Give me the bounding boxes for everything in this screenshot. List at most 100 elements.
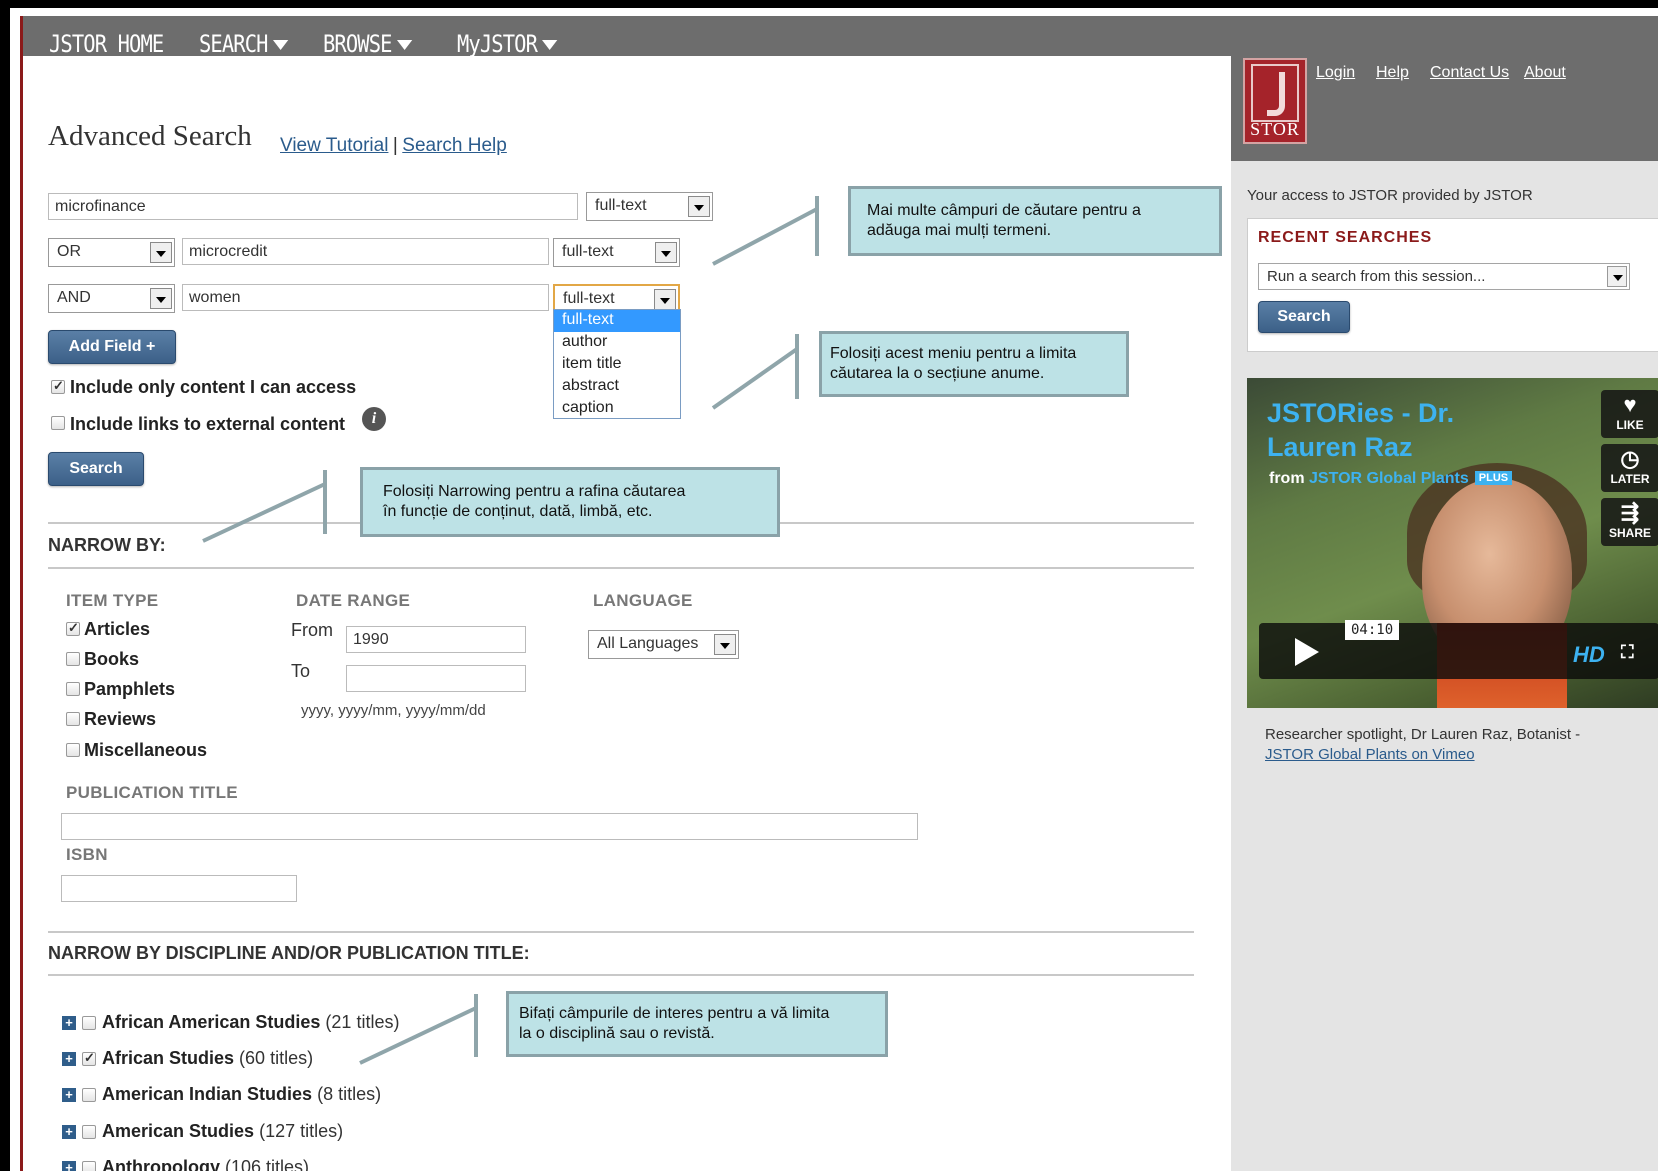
fullscreen-icon[interactable]: ⛶ xyxy=(1621,642,1634,663)
info-icon[interactable]: i xyxy=(362,407,386,431)
to-label: To xyxy=(291,661,311,681)
operator-select-2-value: OR xyxy=(57,243,81,260)
hd-toggle[interactable]: HD xyxy=(1573,642,1605,668)
include-external-checkbox[interactable] xyxy=(51,416,65,430)
search-term-3[interactable]: women xyxy=(182,284,549,311)
play-icon[interactable] xyxy=(1263,626,1343,678)
field-select-2[interactable]: full-text xyxy=(553,238,680,267)
date-to-input[interactable] xyxy=(346,665,526,692)
callout-1-pointer xyxy=(712,207,818,266)
later-button[interactable]: ◷ LATER xyxy=(1601,444,1658,492)
nav-search-label: SEARCH xyxy=(199,30,268,58)
video-title[interactable]: JSTORies - Dr. Lauren Raz xyxy=(1267,396,1454,464)
item-type-articles-checkbox[interactable] xyxy=(66,620,80,636)
discipline-checkbox[interactable] xyxy=(82,1161,96,1171)
share-icon: ⇶ xyxy=(1620,500,1640,525)
video-caption-link[interactable]: JSTOR Global Plants on Vimeo xyxy=(1265,746,1475,763)
discipline-count: (60 titles) xyxy=(239,1048,314,1068)
video-source: from JSTOR Global Plants PLUS xyxy=(1269,470,1513,488)
operator-select-2[interactable]: OR xyxy=(48,238,175,267)
field-dropdown-list[interactable]: full-text author item title abstract cap… xyxy=(553,309,681,419)
language-select[interactable]: All Languages xyxy=(588,630,739,659)
include-access-checkbox[interactable] xyxy=(51,378,65,394)
callout-field-menu: Folosiți acest meniu pentru a limita căut… xyxy=(819,331,1129,397)
page-title: Advanced Search xyxy=(48,120,252,152)
heart-icon: ♥ xyxy=(1623,392,1637,417)
video-title-line1: JSTORies - Dr. xyxy=(1267,398,1455,428)
video-player[interactable]: JSTORies - Dr. Lauren Raz from JSTOR Glob… xyxy=(1247,378,1658,708)
date-from-input[interactable]: 1990 xyxy=(346,626,526,653)
expand-plus-icon[interactable]: + xyxy=(62,1161,76,1171)
nav-home-label: JSTOR HOME xyxy=(49,30,164,58)
item-type-misc-checkbox[interactable] xyxy=(66,743,80,757)
item-type-articles-label: Articles xyxy=(84,619,151,639)
operator-select-3[interactable]: AND xyxy=(48,284,175,313)
field-option-full-text[interactable]: full-text xyxy=(554,310,680,332)
share-button[interactable]: ⇶ SHARE xyxy=(1601,498,1658,546)
divider xyxy=(48,974,1194,976)
video-source-name[interactable]: JSTOR Global Plants xyxy=(1309,470,1469,487)
contact-link[interactable]: Contact Us xyxy=(1430,64,1509,82)
discipline-checkbox[interactable] xyxy=(82,1050,96,1066)
expand-plus-icon[interactable]: + xyxy=(62,1052,76,1066)
caret-down-icon xyxy=(396,40,412,50)
about-link[interactable]: About xyxy=(1524,64,1566,82)
callout-3-pointer xyxy=(202,482,326,543)
callout-1-line2: adăuga mai mulți termeni. xyxy=(867,222,1052,239)
from-label: From xyxy=(291,620,333,640)
caret-down-icon xyxy=(272,40,288,50)
login-link[interactable]: Login xyxy=(1316,64,1355,82)
help-links: View Tutorial | Search Help xyxy=(280,135,507,157)
search-term-2[interactable]: microcredit xyxy=(182,238,549,265)
discipline-checkbox[interactable] xyxy=(82,1125,96,1139)
item-type-reviews-checkbox[interactable] xyxy=(66,712,80,726)
field-option-caption[interactable]: caption xyxy=(554,398,680,420)
publication-title-input[interactable] xyxy=(61,813,918,840)
view-tutorial-link[interactable]: View Tutorial xyxy=(280,135,388,156)
item-type-misc-label: Miscellaneous xyxy=(84,740,208,760)
callout-3-line2: în funcție de conținut, dată, limbă, etc… xyxy=(383,503,653,520)
date-format-hint: yyyy, yyyy/mm, yyyy/mm/dd xyxy=(301,702,486,719)
field-option-item-title[interactable]: item title xyxy=(554,354,680,376)
nav-home[interactable]: JSTOR HOME xyxy=(49,30,164,58)
logo-text: STOR xyxy=(1250,119,1300,139)
item-type-pamphlets-checkbox[interactable] xyxy=(66,682,80,696)
expand-plus-icon[interactable]: + xyxy=(62,1016,76,1030)
discipline-item: American Studies (127 titles) xyxy=(102,1121,343,1142)
search-term-1[interactable]: microfinance xyxy=(48,193,578,220)
search-button[interactable]: Search xyxy=(48,452,144,486)
nav-myjstor-label: MyJSTOR xyxy=(457,30,538,58)
add-field-button[interactable]: Add Field + xyxy=(48,330,176,364)
isbn-input[interactable] xyxy=(61,875,297,902)
discipline-count: (21 titles) xyxy=(325,1012,400,1032)
nav-search[interactable]: SEARCH xyxy=(199,30,288,58)
callout-3-line1: Folosiți Narrowing pentru a rafina căuta… xyxy=(383,483,686,500)
callout-search-fields: Mai multe câmpuri de căutare pentru a adă… xyxy=(848,186,1222,256)
item-type-reviews-label: Reviews xyxy=(84,709,157,729)
like-button[interactable]: ♥ LIKE xyxy=(1601,390,1658,438)
discipline-checkbox[interactable] xyxy=(82,1016,96,1030)
caret-down-icon xyxy=(542,40,558,50)
field-option-abstract[interactable]: abstract xyxy=(554,376,680,398)
discipline-count: (8 titles) xyxy=(317,1084,382,1104)
item-type-books-label: Books xyxy=(84,649,140,669)
help-link[interactable]: Help xyxy=(1376,64,1409,82)
link-separator: | xyxy=(392,135,398,156)
item-type-books-checkbox[interactable] xyxy=(66,652,80,666)
jstor-logo[interactable]: STOR xyxy=(1243,58,1307,144)
field-option-author[interactable]: author xyxy=(554,332,680,354)
field-select-1[interactable]: full-text xyxy=(586,192,713,221)
nav-myjstor[interactable]: MyJSTOR xyxy=(457,30,558,58)
expand-plus-icon[interactable]: + xyxy=(62,1088,76,1102)
recent-search-button[interactable]: Search xyxy=(1258,301,1350,333)
page: JSTOR HOME SEARCH BROWSE MyJSTOR STOR Lo… xyxy=(20,16,1658,1171)
search-help-link[interactable]: Search Help xyxy=(402,135,507,156)
plus-badge: PLUS xyxy=(1474,471,1513,485)
recent-searches-select[interactable]: Run a search from this session... xyxy=(1258,263,1630,290)
nav-browse[interactable]: BROWSE xyxy=(323,30,412,58)
expand-plus-icon[interactable]: + xyxy=(62,1125,76,1139)
nav-browse-label: BROWSE xyxy=(323,30,392,58)
discipline-checkbox[interactable] xyxy=(82,1088,96,1102)
discipline-item: African Studies (60 titles) xyxy=(102,1048,313,1069)
header-right: STOR Login Help Contact Us About xyxy=(1231,16,1658,161)
